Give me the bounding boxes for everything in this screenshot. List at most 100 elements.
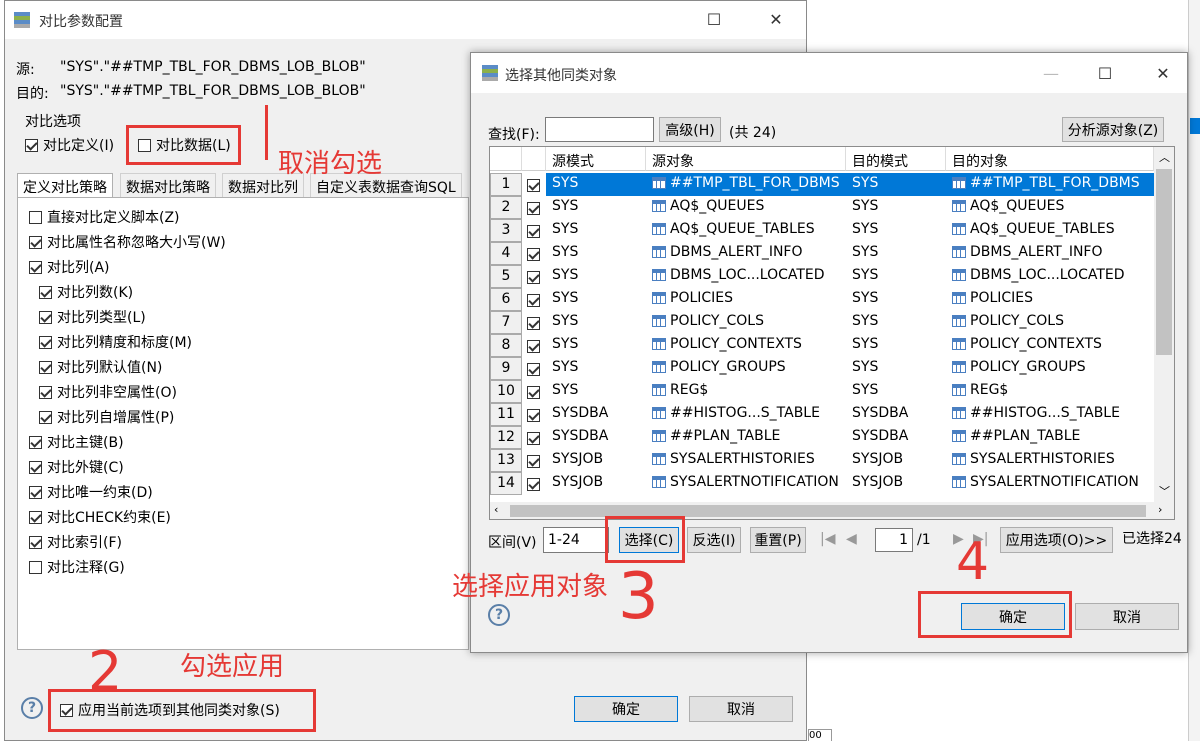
- row-number: 13: [490, 449, 522, 472]
- option-checkbox[interactable]: 直接对比定义脚本(Z): [29, 207, 180, 227]
- row-checkbox[interactable]: [522, 173, 546, 196]
- table-row[interactable]: 1 SYS ##TMP_TBL_FOR_DBMS SYS ##TMP_TBL_FOR_D…: [490, 173, 1154, 196]
- row-number: 10: [490, 380, 522, 403]
- source-schema-cell: SYSJOB: [552, 474, 604, 490]
- option-checkbox[interactable]: 对比列(A): [29, 257, 110, 277]
- option-checkbox[interactable]: 对比列类型(L): [39, 307, 146, 327]
- invert-button[interactable]: 反选(I): [687, 527, 741, 553]
- compare-def-checkbox[interactable]: 对比定义(I): [25, 135, 114, 155]
- row-checkbox[interactable]: [522, 196, 546, 219]
- table-row[interactable]: 9 SYS POLICY_GROUPS SYS POLICY_GROUPS: [490, 357, 1154, 380]
- target-schema-cell: SYS: [852, 244, 879, 260]
- close-button[interactable]: ✕: [753, 1, 799, 37]
- header-source-object[interactable]: 源对象: [646, 147, 846, 171]
- option-checkbox[interactable]: 对比外键(C): [29, 457, 124, 477]
- ok-button[interactable]: 确定: [574, 696, 678, 722]
- target-schema-cell: SYS: [852, 359, 879, 375]
- annotation-select-apply: 选择应用对象: [452, 572, 609, 602]
- source-object-text: ##PLAN_TABLE: [670, 428, 781, 444]
- row-checkbox[interactable]: [522, 426, 546, 449]
- table-icon: [952, 315, 966, 327]
- first-page-icon[interactable]: |◀: [820, 531, 835, 547]
- scroll-left-icon[interactable]: ‹: [494, 503, 498, 516]
- option-checkbox[interactable]: 对比列默认值(N): [39, 357, 162, 377]
- reset-button[interactable]: 重置(P): [750, 527, 806, 553]
- table-row[interactable]: 6 SYS POLICIES SYS POLICIES: [490, 288, 1154, 311]
- checkbox-icon: [29, 235, 42, 249]
- row-checkbox[interactable]: [522, 311, 546, 334]
- minimize-button[interactable]: —: [1028, 55, 1074, 91]
- tab-def-strategy[interactable]: 定义对比策略: [17, 173, 113, 197]
- row-checkbox[interactable]: [522, 334, 546, 357]
- row-checkbox[interactable]: [522, 403, 546, 426]
- table-row[interactable]: 14 SYSJOB SYSALERTNOTIFICATION SYSJOB SYSALE…: [490, 472, 1154, 495]
- header-target-schema[interactable]: 目的模式: [846, 147, 946, 171]
- table-row[interactable]: 2 SYS AQ$_QUEUES SYS AQ$_QUEUES: [490, 196, 1154, 219]
- table-row[interactable]: 5 SYS DBMS_LOC...LOCATED SYS DBMS_LOC...LOCA…: [490, 265, 1154, 288]
- analyze-source-button[interactable]: 分析源对象(Z): [1062, 117, 1164, 142]
- source-object-cell: DBMS_LOC...LOCATED: [646, 265, 846, 288]
- option-label: 对比外键(C): [47, 460, 124, 476]
- option-checkbox[interactable]: 对比属性名称忽略大小写(W): [29, 232, 226, 252]
- option-checkbox[interactable]: 对比列数(K): [39, 282, 133, 302]
- option-checkbox[interactable]: 对比列非空属性(O): [39, 382, 177, 402]
- cancel-button[interactable]: 取消: [689, 696, 793, 722]
- cancel-button-2[interactable]: 取消: [1075, 603, 1179, 630]
- table-row[interactable]: 12 SYSDBA ##PLAN_TABLE SYSDBA ##PLAN_TABLE: [490, 426, 1154, 449]
- table-row[interactable]: 13 SYSJOB SYSALERTHISTORIES SYSJOB SYSALERTH…: [490, 449, 1154, 472]
- header-rownum: [490, 147, 522, 171]
- option-checkbox[interactable]: 对比CHECK约束(E): [29, 507, 171, 527]
- maximize-button[interactable]: ☐: [691, 1, 737, 37]
- option-checkbox[interactable]: 对比列精度和标度(M): [39, 332, 192, 352]
- row-checkbox[interactable]: [522, 449, 546, 472]
- option-checkbox[interactable]: 对比主键(B): [29, 432, 124, 452]
- row-checkbox[interactable]: [522, 380, 546, 403]
- scroll-up-icon[interactable]: ︿: [1159, 149, 1170, 165]
- source-object-cell: ##TMP_TBL_FOR_DBMS: [646, 173, 846, 196]
- target-object-cell: ##HISTOG...S_TABLE: [946, 403, 1154, 426]
- page-input[interactable]: [875, 528, 913, 552]
- target-object-text: SYSALERTNOTIFICATION: [970, 474, 1139, 490]
- scroll-thumb[interactable]: [1156, 169, 1172, 355]
- row-checkbox[interactable]: [522, 219, 546, 242]
- table-row[interactable]: 4 SYS DBMS_ALERT_INFO SYS DBMS_ALERT_INFO: [490, 242, 1154, 265]
- apply-options-button[interactable]: 应用选项(O)>>: [1000, 527, 1113, 553]
- row-checkbox[interactable]: [522, 472, 546, 495]
- search-input[interactable]: [545, 117, 654, 142]
- table-icon: [952, 269, 966, 281]
- checkbox-icon: [39, 285, 52, 299]
- horizontal-scrollbar[interactable]: ‹ ›: [490, 502, 1174, 519]
- tab-data-strategy[interactable]: 数据对比策略: [120, 173, 216, 197]
- help-icon[interactable]: ?: [488, 604, 510, 626]
- table-icon: [652, 407, 666, 419]
- option-checkbox[interactable]: 对比列自增属性(P): [39, 407, 174, 427]
- row-checkbox[interactable]: [522, 265, 546, 288]
- scroll-down-icon[interactable]: ﹀: [1159, 483, 1170, 499]
- range-input[interactable]: [543, 527, 609, 553]
- source-object-text: AQ$_QUEUE_TABLES: [670, 221, 815, 237]
- advanced-button[interactable]: 高级(H): [659, 117, 721, 142]
- checkbox-icon: [527, 408, 540, 422]
- option-checkbox[interactable]: 对比唯一约束(D): [29, 482, 153, 502]
- header-source-schema[interactable]: 源模式: [546, 147, 646, 171]
- table-row[interactable]: 7 SYS POLICY_COLS SYS POLICY_COLS: [490, 311, 1154, 334]
- prev-page-icon[interactable]: ◀: [846, 531, 857, 547]
- selected-info: 已选择24: [1122, 531, 1182, 547]
- header-target-object[interactable]: 目的对象: [946, 147, 1154, 171]
- help-icon[interactable]: ?: [21, 697, 43, 719]
- option-label: 对比列非空属性(O): [57, 385, 177, 401]
- row-checkbox[interactable]: [522, 288, 546, 311]
- option-checkbox[interactable]: 对比注释(G): [29, 557, 125, 577]
- maximize-button[interactable]: ☐: [1082, 55, 1128, 91]
- close-button[interactable]: ✕: [1140, 55, 1186, 91]
- row-checkbox[interactable]: [522, 357, 546, 380]
- table-row[interactable]: 3 SYS AQ$_QUEUE_TABLES SYS AQ$_QUEUE_TABLES: [490, 219, 1154, 242]
- option-checkbox[interactable]: 对比索引(F): [29, 532, 122, 552]
- vertical-scrollbar[interactable]: ︿ ﹀: [1154, 147, 1174, 502]
- scroll-right-icon[interactable]: ›: [1158, 503, 1162, 516]
- row-checkbox[interactable]: [522, 242, 546, 265]
- table-row[interactable]: 10 SYS REG$ SYS REG$: [490, 380, 1154, 403]
- table-icon: [652, 315, 666, 327]
- table-row[interactable]: 8 SYS POLICY_CONTEXTS SYS POLICY_CONTEXTS: [490, 334, 1154, 357]
- table-row[interactable]: 11 SYSDBA ##HISTOG...S_TABLE SYSDBA ##HISTOG…: [490, 403, 1154, 426]
